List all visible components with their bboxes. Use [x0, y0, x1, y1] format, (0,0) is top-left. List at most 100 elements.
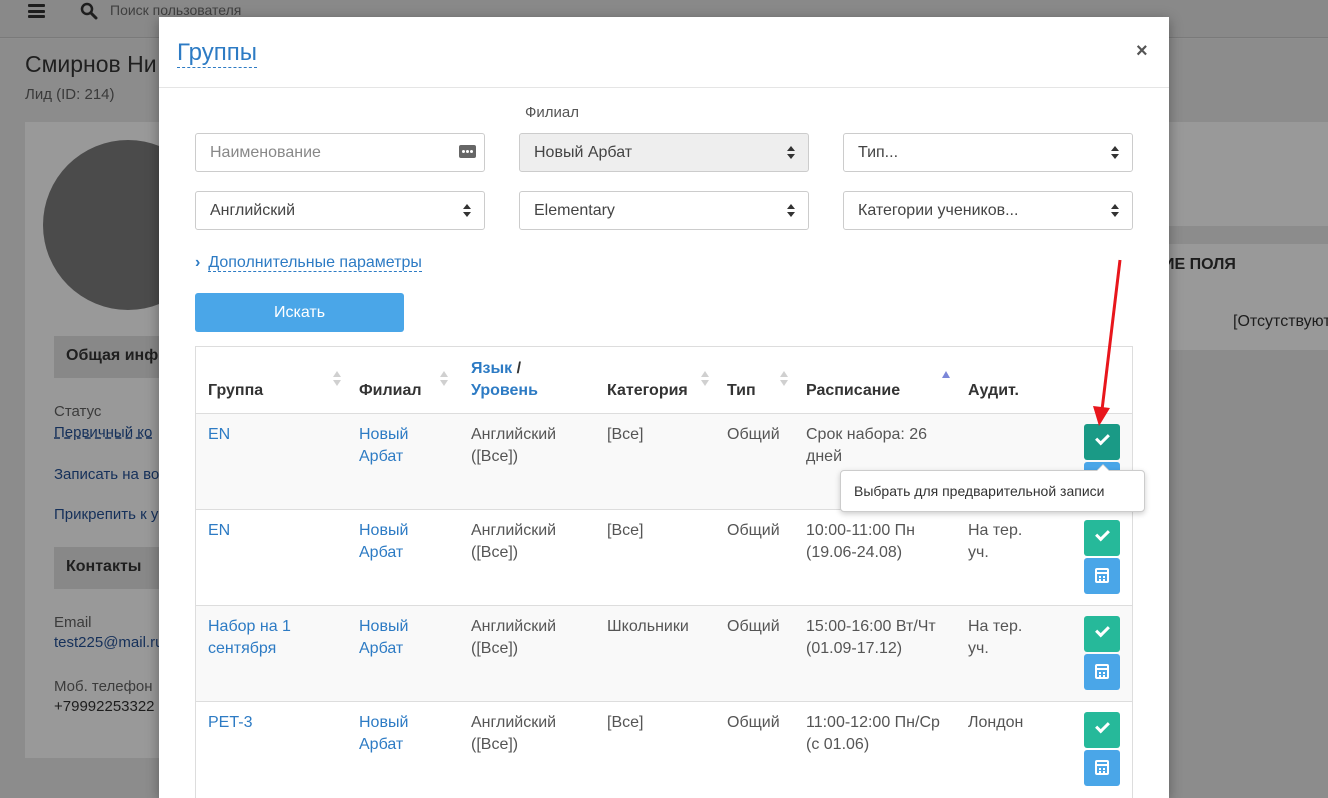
check-icon	[1095, 526, 1110, 542]
header-type[interactable]: Тип	[727, 380, 756, 402]
modal-title[interactable]: Группы	[177, 39, 257, 68]
group-name[interactable]: EN	[208, 520, 230, 542]
calendar-icon	[1095, 664, 1109, 679]
group-language: Английский ([Все])	[471, 618, 557, 657]
search-icon[interactable]	[80, 2, 98, 20]
search-button[interactable]: Искать	[195, 293, 404, 332]
branch-label: Филиал	[525, 104, 580, 121]
check-icon	[1095, 622, 1110, 638]
group-language: Английский ([Все])	[471, 522, 557, 561]
header-group[interactable]: Группа	[208, 380, 263, 402]
header-schedule[interactable]: Расписание	[806, 380, 900, 402]
group-type: Общий	[727, 522, 780, 539]
header-language-level: Язык /	[471, 358, 521, 380]
name-input[interactable]: Наименование	[195, 133, 485, 172]
select-preliminary-button[interactable]	[1084, 520, 1120, 556]
enroll-link[interactable]: Записать на во	[54, 466, 159, 483]
student-categories-select[interactable]: Категории учеников...	[843, 191, 1133, 230]
right-panel	[1168, 122, 1328, 226]
sort-icon[interactable]	[333, 371, 341, 387]
sort-icon	[463, 204, 472, 218]
header-branch[interactable]: Филиал	[359, 380, 422, 402]
select-preliminary-button[interactable]	[1084, 424, 1120, 460]
custom-fields-value: [Отсутствуют	[1233, 313, 1328, 330]
calendar-button[interactable]	[1084, 654, 1120, 690]
sort-icon	[1111, 204, 1120, 218]
divider	[159, 87, 1169, 88]
name-placeholder: Наименование	[210, 144, 321, 161]
calendar-icon	[1095, 760, 1109, 775]
header-slash: /	[512, 360, 522, 377]
table-row: Набор на 1 сентября Новый Арбат Английский…	[196, 605, 1132, 701]
sort-icon	[787, 146, 796, 160]
group-branch[interactable]: Новый Арбат	[359, 424, 408, 468]
language-select[interactable]: Английский	[195, 191, 485, 230]
sort-asc-icon[interactable]	[942, 371, 950, 378]
branch-select-value: Новый Арбат	[534, 144, 633, 161]
group-type: Общий	[727, 618, 780, 635]
group-branch[interactable]: Новый Арбат	[359, 712, 408, 756]
sort-icon[interactable]	[701, 371, 709, 387]
group-room: Лондон	[968, 714, 1024, 731]
lead-id: Лид (ID: 214)	[25, 86, 115, 103]
select-preliminary-button[interactable]	[1084, 616, 1120, 652]
hamburger-icon[interactable]	[28, 4, 45, 18]
section-general-info: Общая инф	[54, 336, 174, 378]
group-room: На тер. уч.	[968, 618, 1023, 657]
group-language: Английский ([Все])	[471, 426, 557, 465]
sort-icon[interactable]	[780, 371, 788, 387]
group-branch[interactable]: Новый Арбат	[359, 520, 408, 564]
email-value[interactable]: test225@mail.ru	[54, 634, 163, 651]
group-category: [Все]	[607, 522, 644, 539]
sort-icon	[787, 204, 796, 218]
language-select-value: Английский	[210, 202, 296, 219]
groups-table: Группа Филиал Язык / Уровень Категория Т…	[195, 346, 1133, 798]
type-select[interactable]: Тип...	[843, 133, 1133, 172]
header-language[interactable]: Язык	[471, 360, 512, 377]
group-category: Школьники	[607, 618, 689, 635]
categories-select-value: Категории учеников...	[858, 202, 1019, 219]
phone-value: +79992253322	[54, 698, 155, 715]
group-name[interactable]: EN	[208, 424, 230, 446]
chevron-right-icon: ›	[195, 254, 201, 271]
user-search-input[interactable]: Поиск пользователя	[110, 2, 241, 18]
close-icon[interactable]: ×	[1136, 40, 1148, 63]
branch-select[interactable]: Новый Арбат	[519, 133, 809, 172]
header-room: Аудит.	[968, 382, 1019, 399]
custom-fields-header: ИЕ ПОЛЯ	[1163, 256, 1236, 273]
group-schedule: 11:00-12:00 Пн/Ср (с 01.06)	[806, 714, 940, 753]
table-row: EN Новый Арбат Английский ([Все]) [Все] Об…	[196, 509, 1132, 605]
group-room: На тер. уч.	[968, 522, 1023, 561]
dots-icon[interactable]	[459, 145, 476, 158]
status-value[interactable]: Первичный ко	[54, 424, 152, 441]
section-contacts: Контакты	[54, 547, 174, 589]
header-category[interactable]: Категория	[607, 380, 688, 402]
phone-label: Моб. телефон	[54, 678, 153, 695]
calendar-icon	[1095, 568, 1109, 583]
select-preliminary-button[interactable]	[1084, 712, 1120, 748]
level-select-value: Elementary	[534, 202, 615, 219]
level-select[interactable]: Elementary	[519, 191, 809, 230]
sort-icon[interactable]	[440, 371, 448, 387]
group-name[interactable]: PET-3	[208, 712, 252, 734]
table-row: PET-3 Новый Арбат Английский ([Все]) [Все]…	[196, 701, 1132, 797]
calendar-button[interactable]	[1084, 750, 1120, 786]
group-name[interactable]: Набор на 1 сентября	[208, 616, 291, 660]
status-label: Статус	[54, 403, 102, 420]
advanced-params-toggle[interactable]: › Дополнительные параметры	[195, 254, 422, 272]
group-schedule: 10:00-11:00 Пн (19.06-24.08)	[806, 522, 915, 561]
sort-icon	[1111, 146, 1120, 160]
group-category: [Все]	[607, 426, 644, 443]
check-icon	[1095, 718, 1110, 734]
check-icon	[1095, 430, 1110, 446]
client-name: Смирнов Ни	[25, 51, 157, 77]
group-language: Английский ([Все])	[471, 714, 557, 753]
group-schedule: Срок набора: 26 дней	[806, 426, 928, 465]
group-branch[interactable]: Новый Арбат	[359, 616, 408, 660]
attach-link[interactable]: Прикрепить к у	[54, 506, 158, 523]
tooltip: Выбрать для предварительной записи	[840, 464, 1145, 512]
calendar-button[interactable]	[1084, 558, 1120, 594]
type-select-value: Тип...	[858, 144, 899, 161]
email-label: Email	[54, 614, 92, 631]
header-level[interactable]: Уровень	[471, 380, 538, 402]
